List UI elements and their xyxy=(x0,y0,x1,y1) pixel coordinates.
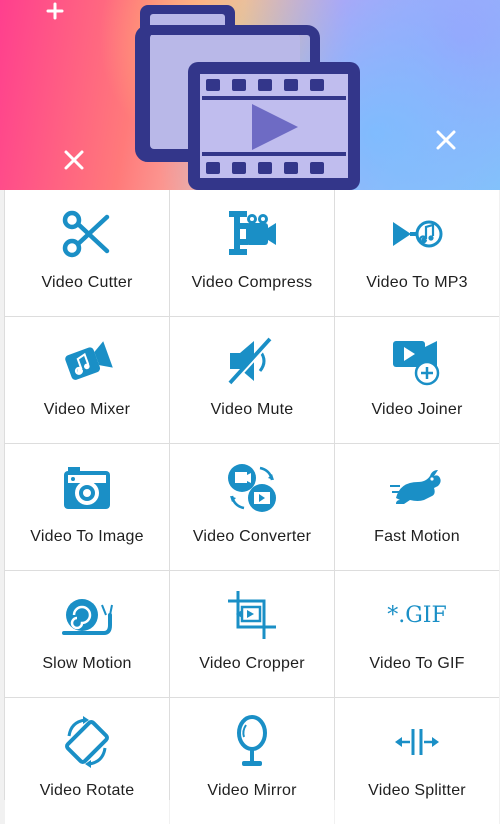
tile-video-rotate[interactable]: Video Rotate xyxy=(5,698,169,824)
split-icon xyxy=(387,712,447,772)
tile-label: Video To GIF xyxy=(369,655,465,672)
tile-video-to-gif[interactable]: *.GIF Video To GIF xyxy=(335,571,499,697)
tile-video-to-mp3[interactable]: Video To MP3 xyxy=(335,190,499,316)
tile-label: Video Cutter xyxy=(41,274,133,291)
tile-label: Video Cropper xyxy=(199,655,305,672)
video-add-icon xyxy=(387,331,447,391)
snail-icon xyxy=(57,585,117,645)
tile-video-converter[interactable]: Video Converter xyxy=(170,444,334,570)
cross-sparkle-icon xyxy=(64,150,84,170)
rotate-icon xyxy=(57,712,117,772)
tile-label: Video To MP3 xyxy=(366,274,468,291)
tile-video-splitter[interactable]: Video Splitter xyxy=(335,698,499,824)
plus-sparkle-icon xyxy=(46,2,64,20)
gif-icon: *.GIF xyxy=(387,585,447,645)
tile-video-cutter[interactable]: Video Cutter xyxy=(5,190,169,316)
tile-video-joiner[interactable]: Video Joiner xyxy=(335,317,499,443)
tile-label: Video Mixer xyxy=(43,401,131,418)
header-banner xyxy=(0,0,500,190)
cross-sparkle-icon xyxy=(436,130,456,150)
tile-label: Video Mute xyxy=(210,401,294,418)
convert-video-icon xyxy=(222,458,282,518)
tile-label: Video Compress xyxy=(191,274,313,291)
tile-fast-motion[interactable]: Fast Motion xyxy=(335,444,499,570)
tile-slow-motion[interactable]: Slow Motion xyxy=(5,571,169,697)
tile-label: Video Rotate xyxy=(39,782,135,799)
crop-video-icon xyxy=(222,585,282,645)
tile-label: Video Converter xyxy=(192,528,312,545)
tile-label: Video Joiner xyxy=(371,401,463,418)
tile-label: Video To Image xyxy=(30,528,144,545)
rabbit-icon xyxy=(387,458,447,518)
tile-video-mixer[interactable]: Video Mixer xyxy=(5,317,169,443)
tile-label: Video Splitter xyxy=(368,782,466,799)
clamp-camera-icon xyxy=(222,204,282,264)
banner-artwork xyxy=(46,2,456,190)
tile-label: Fast Motion xyxy=(374,528,460,545)
mirror-icon xyxy=(222,712,282,772)
photo-camera-icon xyxy=(57,458,117,518)
tile-label: Video Mirror xyxy=(207,782,297,799)
tools-grid: Video Cutter Video Compress Video To MP3… xyxy=(4,190,499,824)
video-folder-icon xyxy=(135,5,360,190)
tile-video-mirror[interactable]: Video Mirror xyxy=(170,698,334,824)
tile-video-cropper[interactable]: Video Cropper xyxy=(170,571,334,697)
tile-video-to-image[interactable]: Video To Image xyxy=(5,444,169,570)
gif-text: *.GIF xyxy=(387,602,447,628)
tile-label: Slow Motion xyxy=(42,655,132,672)
camera-music-icon xyxy=(57,331,117,391)
video-to-music-icon xyxy=(387,204,447,264)
scissors-icon xyxy=(57,204,117,264)
tile-video-mute[interactable]: Video Mute xyxy=(170,317,334,443)
speaker-mute-icon xyxy=(222,331,282,391)
tile-video-compress[interactable]: Video Compress xyxy=(170,190,334,316)
